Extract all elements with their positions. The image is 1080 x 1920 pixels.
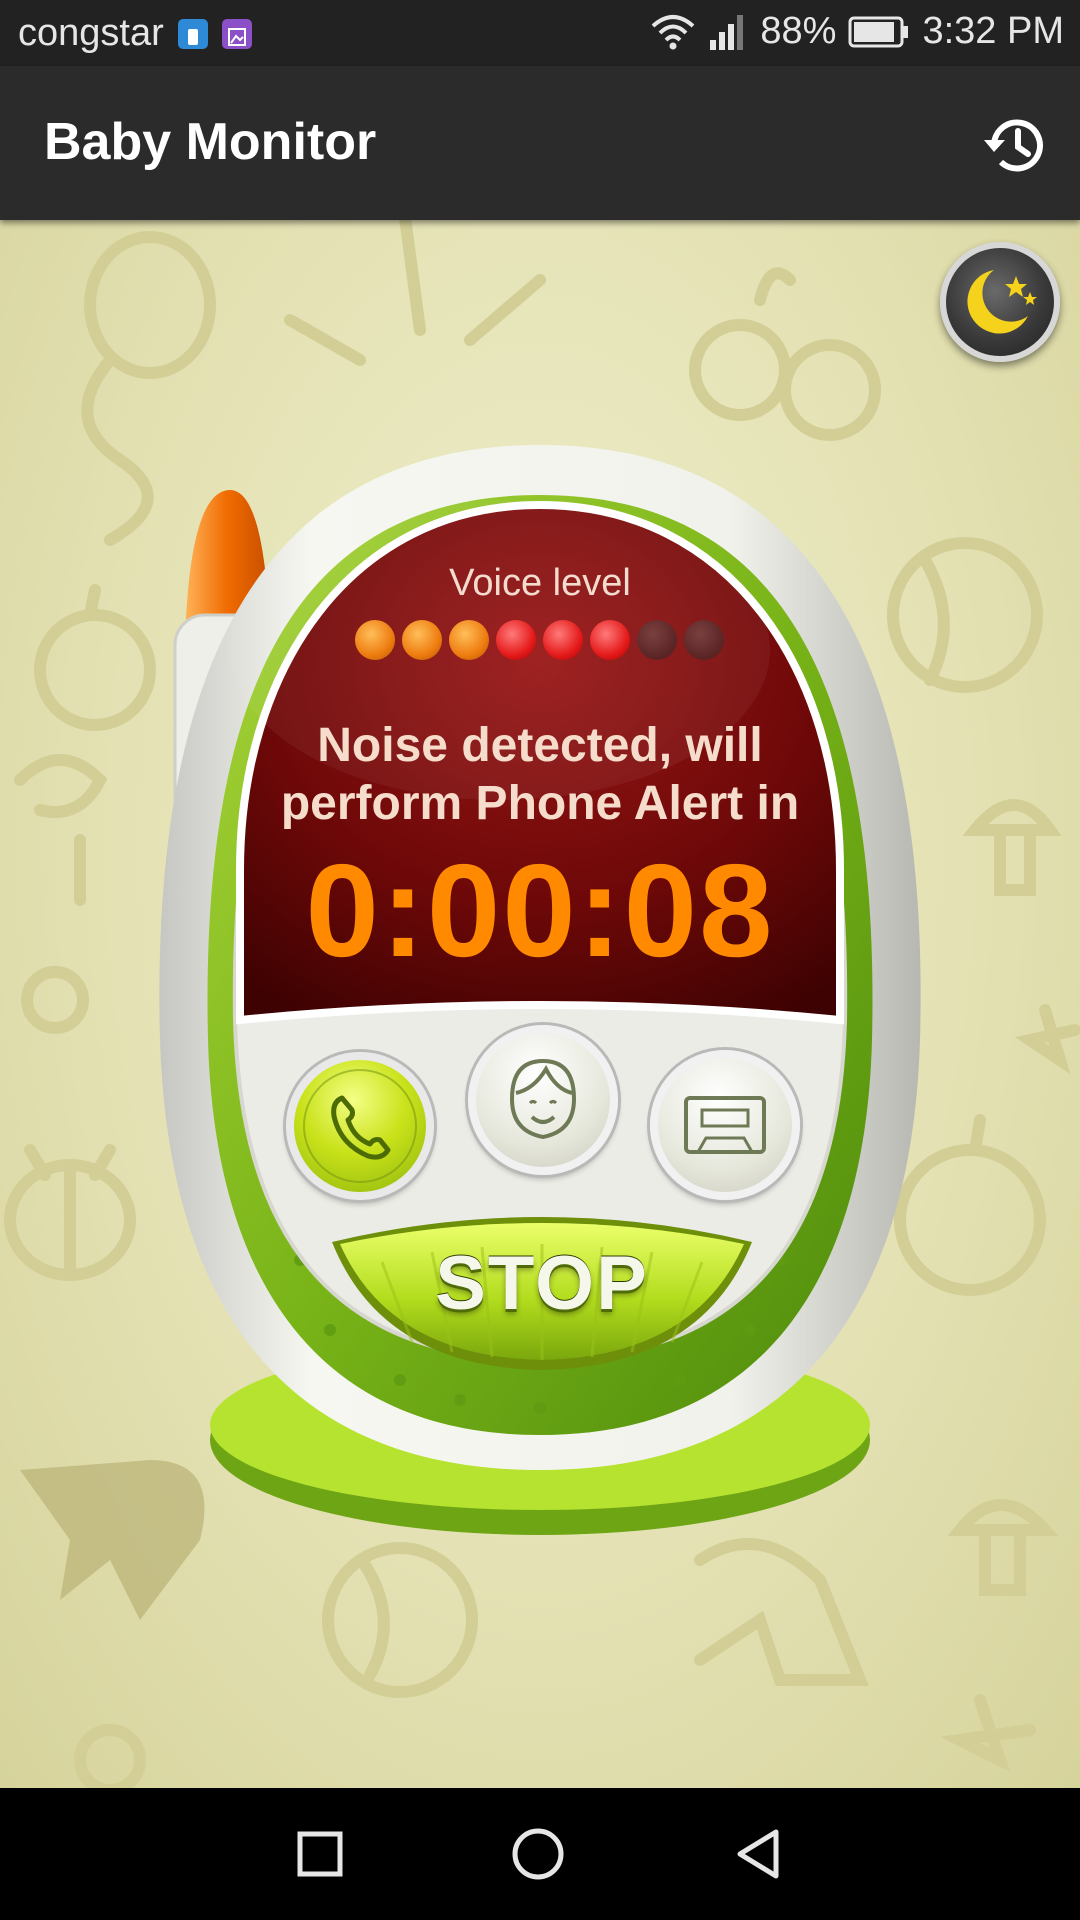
- battery-icon: [848, 16, 909, 47]
- level-dot: [637, 620, 677, 660]
- voice-level-meter: [355, 620, 724, 660]
- recorder-button[interactable]: [650, 1050, 800, 1200]
- back-icon: [737, 1829, 779, 1879]
- level-dot: [684, 620, 724, 660]
- voice-level-label: Voice level: [449, 562, 631, 604]
- face-icon: [509, 1058, 577, 1140]
- phone-alert-button[interactable]: [286, 1052, 434, 1200]
- sim-icon: [177, 18, 208, 49]
- countdown-timer: 0:00:08: [305, 837, 775, 984]
- monitor-area: Voice level Noise detected, will perform…: [0, 220, 1080, 1788]
- phone-icon: [303, 1069, 417, 1183]
- baby-monitor-device: [159, 445, 921, 1535]
- level-dot: [543, 620, 583, 660]
- history-icon: [984, 119, 1043, 172]
- level-dot: [402, 620, 442, 660]
- gallery-icon: [221, 18, 252, 49]
- home-button[interactable]: [508, 1824, 568, 1884]
- navigation-bar: [0, 1788, 1080, 1920]
- stop-button[interactable]: STOP: [322, 1202, 762, 1374]
- recents-button[interactable]: [290, 1824, 350, 1884]
- status-bar: congstar 88% 3:32 PM: [0, 0, 1080, 66]
- cassette-icon: [684, 1096, 766, 1154]
- parent-voice-button[interactable]: [468, 1025, 618, 1175]
- stop-label: STOP: [435, 1241, 649, 1326]
- wifi-icon: [652, 14, 695, 49]
- clock: 3:32 PM: [922, 10, 1064, 52]
- carrier-label: congstar: [18, 12, 164, 54]
- level-dot: [449, 620, 489, 660]
- app-bar: Baby Monitor: [0, 66, 1080, 220]
- level-dot: [496, 620, 536, 660]
- recents-icon: [297, 1831, 343, 1877]
- back-button[interactable]: [728, 1824, 788, 1884]
- history-button[interactable]: [980, 110, 1050, 180]
- battery-percent: 88%: [760, 10, 837, 52]
- alert-message: Noise detected, will perform Phone Alert…: [280, 719, 800, 830]
- signal-icon: [710, 14, 744, 50]
- level-dot: [355, 620, 395, 660]
- home-icon: [512, 1828, 564, 1880]
- level-dot: [590, 620, 630, 660]
- app-title: Baby Monitor: [44, 113, 377, 171]
